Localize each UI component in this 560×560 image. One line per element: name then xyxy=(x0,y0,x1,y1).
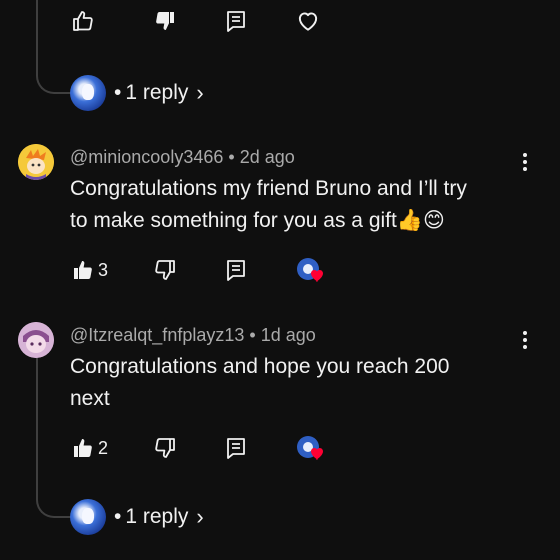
thumb-down-filled-icon xyxy=(156,12,174,30)
comment-text: Congratulations and hope you reach 200 n… xyxy=(70,351,510,415)
reply-count-label: 1 reply xyxy=(125,81,189,104)
comment-meta: @Itzrealqt_fnfplayz13 • 1d ago xyxy=(70,325,316,346)
like-count: 3 xyxy=(98,260,109,280)
thumb-up-filled-icon xyxy=(74,439,92,457)
more-options-button[interactable] xyxy=(513,150,537,174)
chevron-right-icon: › xyxy=(196,504,204,529)
creator-heart-icon xyxy=(297,258,323,282)
like-count: 2 xyxy=(98,438,109,458)
thumb-up-outline-icon xyxy=(73,11,93,31)
creator-heart-badge xyxy=(296,435,324,463)
thumb-down-outline-icon xyxy=(155,438,175,458)
dislike-button[interactable] xyxy=(148,4,182,38)
comment-time: 2d ago xyxy=(239,147,295,167)
like-button[interactable] xyxy=(66,253,100,287)
reply-icon xyxy=(227,260,245,281)
separator-dot: • xyxy=(228,147,235,167)
separator-dot: • xyxy=(114,505,122,528)
creator-avatar xyxy=(70,499,106,535)
comment-meta: @minioncooly3466 • 2d ago xyxy=(70,147,295,168)
like-button[interactable] xyxy=(66,4,100,38)
heart-button[interactable] xyxy=(291,4,325,38)
author-name[interactable]: @Itzrealqt_fnfplayz13 xyxy=(70,325,244,345)
reply-button[interactable] xyxy=(219,431,253,465)
more-vert-icon xyxy=(523,331,527,349)
avatar[interactable] xyxy=(18,322,54,358)
comment-text-line-2: to make something for you as a gift xyxy=(70,209,397,232)
comment-text-line-1: Congratulations and hope you reach 200 xyxy=(70,355,450,378)
avatar-image xyxy=(18,144,54,180)
comment-emoji: 👍😊 xyxy=(396,209,445,232)
comment-text-line-1: Congratulations my friend Bruno and I’ll… xyxy=(70,177,467,200)
reply-icon xyxy=(227,438,245,459)
dislike-button[interactable] xyxy=(148,431,182,465)
comment-time: 1d ago xyxy=(260,325,316,345)
like-button[interactable] xyxy=(66,431,100,465)
reply-button[interactable] xyxy=(219,253,253,287)
creator-heart-icon xyxy=(297,436,323,460)
author-name[interactable]: @minioncooly3466 xyxy=(70,147,223,167)
reply-icon xyxy=(227,11,245,32)
separator-dot: • xyxy=(249,325,256,345)
view-replies-button[interactable]: • 1 reply › xyxy=(70,73,204,113)
thumb-up-filled-icon xyxy=(74,261,92,279)
comment-text-line-2: next xyxy=(70,387,110,410)
avatar[interactable] xyxy=(18,144,54,180)
thumb-down-outline-icon xyxy=(155,260,175,280)
heart-outline-icon xyxy=(298,12,318,31)
creator-avatar xyxy=(70,75,106,111)
separator-dot: • xyxy=(114,81,122,104)
chevron-right-icon: › xyxy=(196,80,204,105)
comment-text: Congratulations my friend Bruno and I’ll… xyxy=(70,173,510,237)
dislike-button[interactable] xyxy=(148,253,182,287)
more-vert-icon xyxy=(523,153,527,171)
reply-count-label: 1 reply xyxy=(125,505,189,528)
reply-button[interactable] xyxy=(219,4,253,38)
avatar-image xyxy=(18,322,54,358)
view-replies-button[interactable]: • 1 reply › xyxy=(70,497,204,537)
more-options-button[interactable] xyxy=(513,328,537,352)
creator-heart-badge xyxy=(296,257,324,285)
